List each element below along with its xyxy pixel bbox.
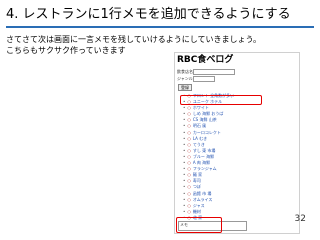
category-form-row: ジャンル: [177, 76, 215, 82]
register-button[interactable]: 登録: [178, 84, 192, 91]
body-text-line-2: こちらもサクサク作っていきます: [6, 46, 126, 55]
bullet-icon: •: [183, 117, 186, 123]
bullet-icon: •: [183, 111, 186, 117]
delete-icon[interactable]: ○: [187, 111, 191, 116]
delete-icon[interactable]: ○: [187, 148, 191, 153]
name-form-row: 飲食店名: [177, 69, 235, 75]
app-title: RBC食べログ: [177, 55, 234, 65]
highlight-first-item: [180, 95, 262, 105]
bullet-icon: •: [183, 123, 186, 129]
bullet-icon: •: [183, 208, 186, 214]
bullet-icon: •: [183, 153, 186, 159]
highlight-memo-input: [176, 217, 222, 233]
bullet-icon: •: [183, 135, 186, 141]
delete-icon[interactable]: ○: [187, 178, 191, 183]
app-screenshot: RBC食べログ 飲食店名 ジャンル 登録 • ○ フロント 全角数が多い • ○ ユニーク…: [174, 52, 300, 234]
name-input[interactable]: [193, 69, 235, 75]
delete-icon[interactable]: ○: [187, 160, 191, 165]
delete-icon[interactable]: ○: [187, 105, 191, 110]
category-select[interactable]: [193, 76, 215, 82]
list-item-label: LA むき: [192, 135, 208, 141]
bullet-icon: •: [183, 141, 186, 147]
list-item-label: フランジャム: [192, 166, 217, 172]
bullet-icon: •: [183, 184, 186, 190]
delete-icon[interactable]: ○: [187, 142, 191, 147]
body-text-line-1: さてさて次は画面に一言メモを残していけるようにしていきましょう。: [6, 35, 262, 44]
delete-icon[interactable]: ○: [187, 197, 191, 202]
restaurant-list: • ○ フロント 全角数が多い • ○ ユニーク ホテル • ○ ホワイト • ○ しめ 海鮮 おうば…: [183, 93, 234, 221]
title-underline: [6, 26, 314, 28]
delete-icon[interactable]: ○: [187, 209, 191, 214]
list-item-label: てうき: [192, 141, 205, 147]
delete-icon[interactable]: ○: [187, 154, 191, 159]
bullet-icon: •: [183, 178, 186, 184]
list-item-label: つぼ: [192, 184, 201, 190]
list-item-label: 麺 家: [192, 172, 203, 178]
bullet-icon: •: [183, 166, 186, 172]
name-label: 飲食店名: [177, 69, 193, 74]
bullet-icon: •: [183, 190, 186, 196]
delete-icon[interactable]: ○: [187, 184, 191, 189]
delete-icon[interactable]: ○: [187, 123, 191, 128]
bullet-icon: •: [183, 147, 186, 153]
list-item-label: すし 東 市場: [192, 147, 216, 153]
bullet-icon: •: [183, 202, 186, 208]
list-item-label: カーロコレクト: [192, 129, 221, 135]
list-item-label: CS 海鮮 山茶: [192, 117, 217, 123]
delete-icon[interactable]: ○: [187, 172, 191, 177]
list-item-label: 函館 市 場: [192, 190, 212, 196]
list-item-label: 機材: [192, 208, 201, 214]
bullet-icon: •: [183, 129, 186, 135]
list-item-label: オムライス: [192, 196, 213, 202]
list-item-label: 寿司: [192, 178, 201, 184]
list-item-label: 明石 風: [192, 123, 207, 129]
list-item-label: A 肉 海鮮: [192, 160, 211, 166]
delete-icon[interactable]: ○: [187, 130, 191, 135]
slide-title: 4. レストランに1行メモを追加できるようにする: [6, 7, 291, 22]
bullet-icon: •: [183, 196, 186, 202]
page-number: 32: [294, 214, 306, 224]
delete-icon[interactable]: ○: [187, 166, 191, 171]
bullet-icon: •: [183, 172, 186, 178]
delete-icon[interactable]: ○: [187, 203, 191, 208]
delete-icon[interactable]: ○: [187, 136, 191, 141]
list-item-label: ジャス: [192, 202, 205, 208]
bullet-icon: •: [183, 105, 186, 111]
bullet-icon: •: [183, 160, 186, 166]
list-item-label: しめ 海鮮 おうば: [192, 111, 224, 117]
delete-icon[interactable]: ○: [187, 191, 191, 196]
list-item-label: ブルー 海鮮: [192, 153, 215, 159]
category-label: ジャンル: [177, 76, 193, 81]
list-item-label: ホワイト: [192, 105, 209, 111]
delete-icon[interactable]: ○: [187, 117, 191, 122]
